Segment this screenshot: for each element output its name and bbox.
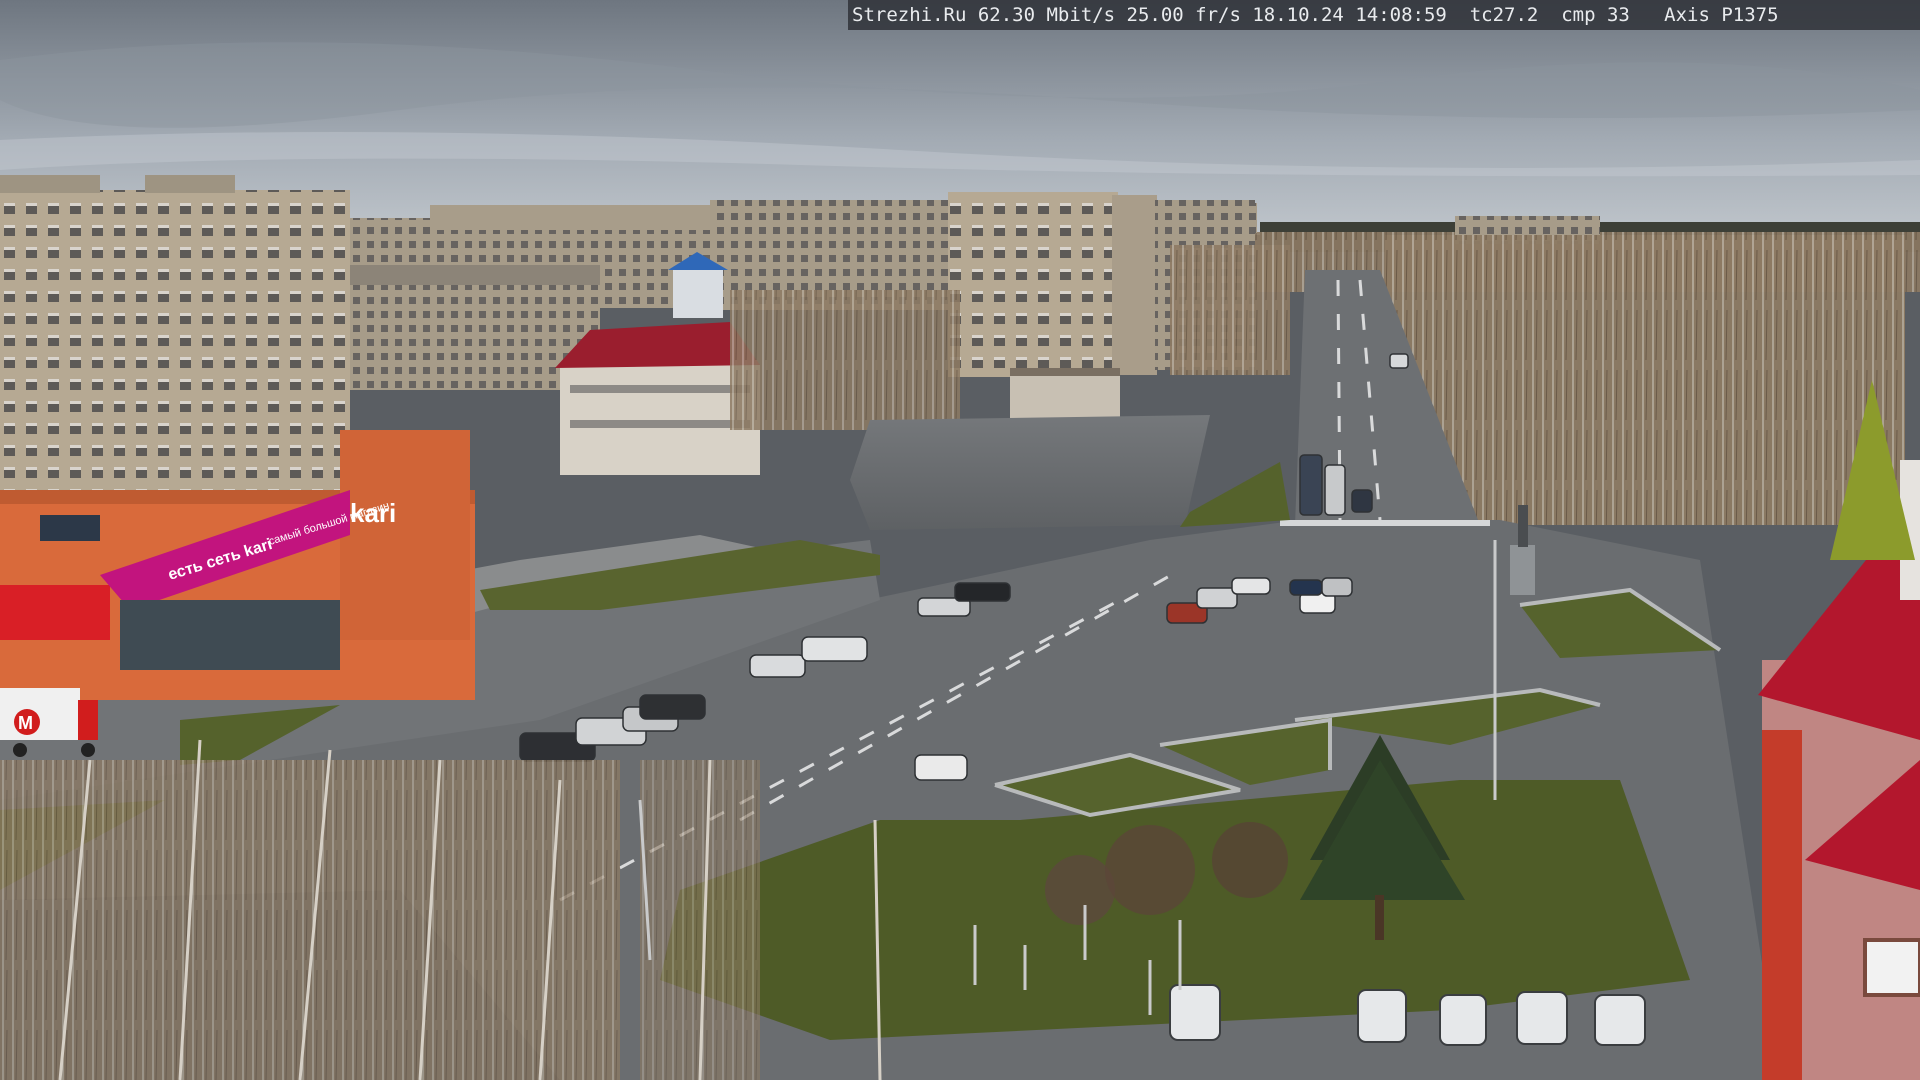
webcam-scene: kari есть сеть kari самый большой магази… bbox=[0, 0, 1920, 1080]
bare-trees-right bbox=[1385, 235, 1905, 525]
camera-overlay-bar: Strezhi.Ru 62.30 Mbit/s 25.00 fr/s 18.10… bbox=[848, 0, 1920, 30]
pavilion bbox=[1010, 373, 1120, 423]
foreground-birches bbox=[0, 760, 620, 1080]
crosswalk bbox=[1280, 520, 1490, 526]
red-roof-building bbox=[555, 322, 760, 475]
truck-logo: M bbox=[18, 713, 33, 733]
upper-plaza bbox=[850, 415, 1210, 530]
bare-trees-mid bbox=[730, 290, 960, 430]
shrub bbox=[1045, 855, 1115, 925]
